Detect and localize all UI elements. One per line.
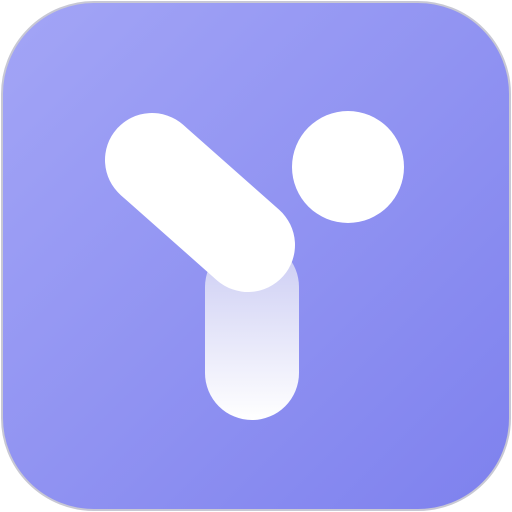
- app-icon[interactable]: [0, 0, 512, 512]
- icon-canvas: [0, 0, 512, 512]
- y-dot: [292, 111, 404, 223]
- y-diagonal-arm: [105, 113, 295, 292]
